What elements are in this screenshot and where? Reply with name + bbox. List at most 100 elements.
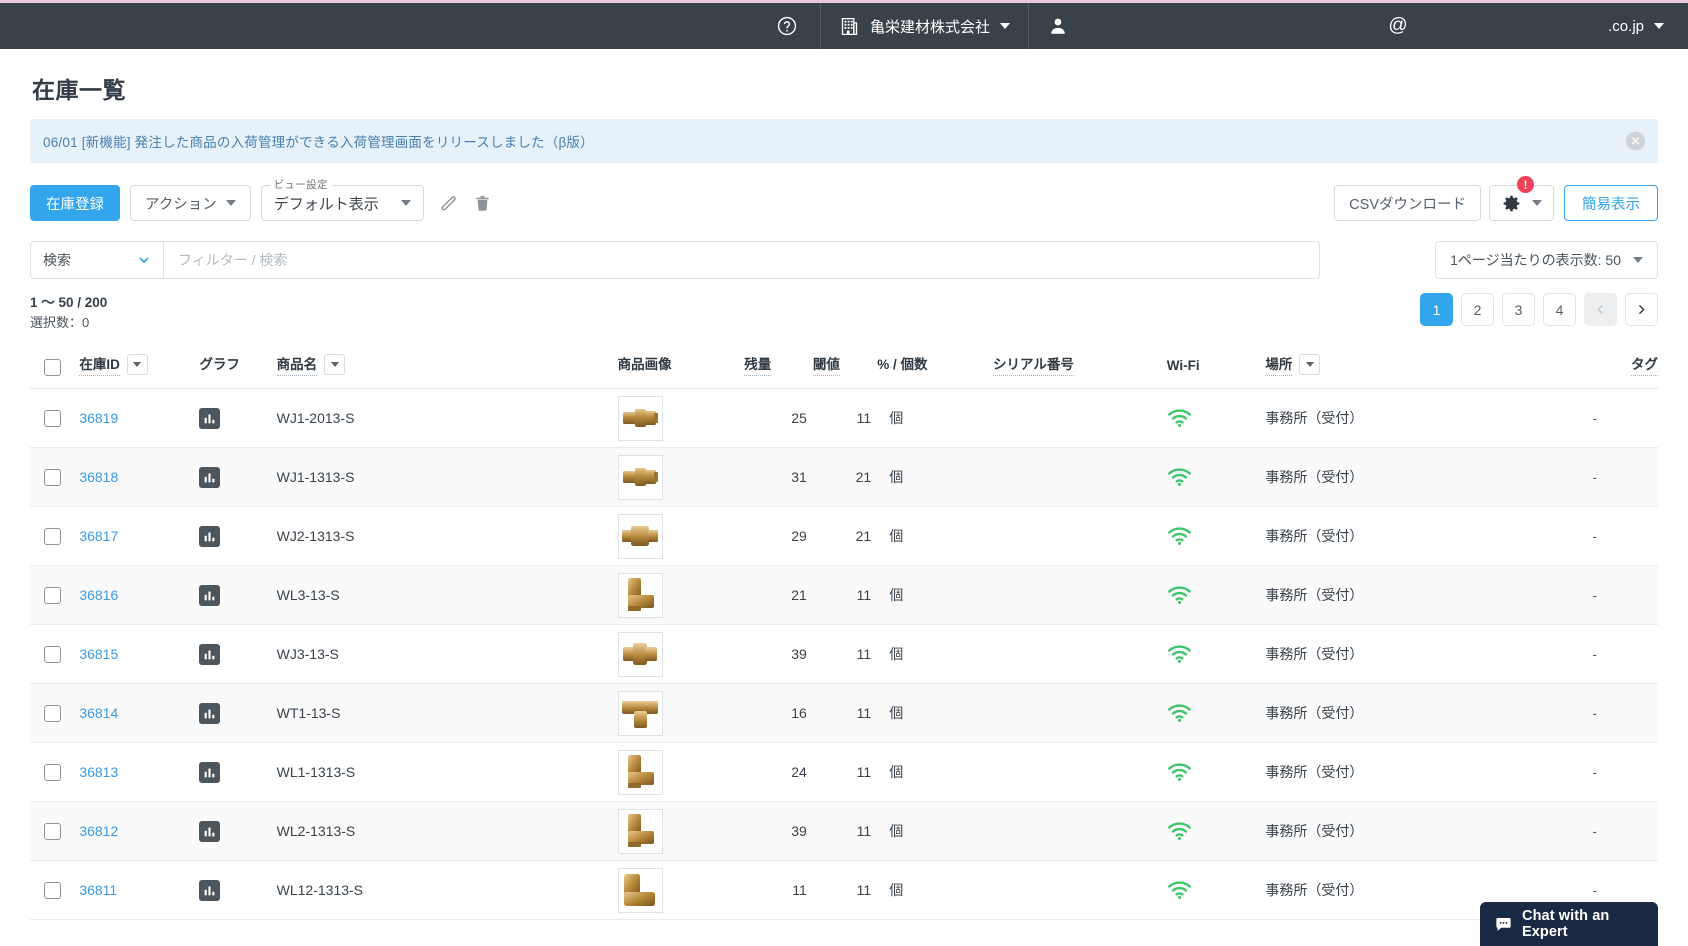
cell-stock-id: 36819 [79, 388, 200, 448]
product-thumbnail[interactable] [617, 867, 663, 913]
close-icon[interactable]: ✕ [1626, 131, 1645, 151]
cell-product-image [617, 683, 745, 743]
search-mode-select[interactable]: 検索 [30, 241, 163, 279]
cell-serial [993, 624, 1167, 684]
result-summary: 1 〜 50 / 200 選択数：0 [30, 293, 107, 333]
row-checkbox[interactable] [44, 881, 61, 899]
cell-unit: 個 [877, 447, 993, 507]
tag-text: - [1592, 410, 1598, 426]
cell-remaining: 21 [744, 565, 813, 625]
unit-text: 個 [889, 528, 904, 544]
table-row[interactable]: 36814 WT1-13-S 16 11 個 事務所（受付） - [30, 683, 1658, 743]
per-page-select[interactable]: 1ページ当たりの表示数: 50 [1435, 241, 1658, 279]
cell-stock-id: 36813 [79, 742, 200, 802]
stock-id-link[interactable]: 36817 [79, 528, 118, 544]
bar-chart-icon[interactable] [199, 525, 221, 547]
page-button-1[interactable]: 1 [1420, 293, 1453, 326]
product-thumbnail[interactable] [617, 454, 663, 500]
header-location-menu[interactable] [1299, 354, 1321, 375]
product-thumbnail[interactable] [617, 513, 663, 559]
csv-download-button[interactable]: CSVダウンロード [1334, 185, 1481, 221]
row-checkbox[interactable] [44, 763, 61, 781]
cell-threshold: 11 [812, 801, 878, 861]
product-thumbnail[interactable] [617, 395, 663, 441]
company-switcher[interactable]: 亀栄建材株式会社 [819, 3, 1028, 49]
row-checkbox[interactable] [44, 527, 61, 545]
unit-text: 個 [889, 764, 904, 780]
page-button-3[interactable]: 3 [1502, 293, 1535, 326]
row-checkbox[interactable] [44, 704, 61, 722]
domain-menu[interactable]: .co.jp [1498, 3, 1688, 49]
table-row[interactable]: 36813 WL1-1313-S 24 11 個 事務所（受付） - [30, 742, 1658, 802]
cell-product-image [617, 624, 745, 684]
product-thumbnail[interactable] [617, 690, 663, 736]
tag-text: - [1592, 587, 1598, 603]
help-button[interactable] [754, 3, 820, 49]
bar-chart-icon[interactable] [199, 820, 221, 842]
row-checkbox[interactable] [44, 645, 61, 663]
table-row[interactable]: 36812 WL2-1313-S 39 11 個 事務所（受付） - [30, 801, 1658, 861]
row-select-cell [30, 506, 80, 566]
product-thumbnail[interactable] [617, 749, 663, 795]
header-percent-count: % / 個数 [877, 347, 993, 389]
view-setting-select[interactable]: ビュー設定 デフォルト表示 [260, 177, 424, 221]
search-mode-value: 検索 [43, 252, 71, 268]
stock-id-link[interactable]: 36812 [79, 823, 118, 839]
table-row[interactable]: 36817 WJ2-1313-S 29 21 個 事務所（受付） - [30, 506, 1658, 566]
cell-wifi [1166, 801, 1266, 861]
stock-id-link[interactable]: 36816 [79, 587, 118, 603]
user-menu[interactable] [1028, 3, 1298, 49]
cell-remaining: 11 [744, 860, 813, 920]
chat-with-expert-button[interactable]: Chat with an Expert [1480, 902, 1658, 946]
stock-id-link[interactable]: 36813 [79, 764, 118, 780]
stock-id-link[interactable]: 36819 [79, 410, 118, 426]
product-thumbnail[interactable] [617, 631, 663, 677]
product-name-text: WJ2-1313-S [276, 528, 355, 544]
table-row[interactable]: 36816 WL3-13-S 21 11 個 事務所（受付） - [30, 565, 1658, 625]
bar-chart-icon[interactable] [199, 879, 221, 901]
header-row: 在庫ID グラフ 商品名 商品画像 残量 閾値 % / 個数 シリアル番号 Wi… [30, 347, 1658, 389]
bar-chart-icon[interactable] [199, 466, 221, 488]
action-dropdown-button[interactable]: アクション [130, 185, 251, 221]
select-all-checkbox[interactable] [44, 359, 61, 376]
cell-stock-id: 36817 [79, 506, 200, 566]
bar-chart-icon[interactable] [199, 761, 221, 783]
cell-product-image [617, 801, 745, 861]
table-row[interactable]: 36811 WL12-1313-S 11 11 個 事務所（受付） - [30, 860, 1658, 920]
table-row[interactable]: 36818 WJ1-1313-S 31 21 個 事務所（受付） - [30, 447, 1658, 507]
bar-chart-icon[interactable] [199, 643, 221, 665]
table-row[interactable]: 36819 WJ1-2013-S 25 11 個 事務所（受付） - [30, 388, 1658, 448]
next-page-button[interactable] [1625, 293, 1658, 326]
bar-chart-icon[interactable] [199, 702, 221, 724]
cell-product-name: WL1-1313-S [276, 742, 618, 802]
register-stock-button[interactable]: 在庫登録 [30, 185, 120, 221]
delete-view-button[interactable] [466, 185, 500, 221]
table-row[interactable]: 36815 WJ3-13-S 39 11 個 事務所（受付） - [30, 624, 1658, 684]
settings-menu: ! [1489, 176, 1554, 221]
product-thumbnail[interactable] [617, 808, 663, 854]
search-input[interactable] [163, 241, 1320, 279]
header-location: 場所 [1265, 347, 1532, 389]
register-stock-label: 在庫登録 [46, 196, 104, 213]
product-thumbnail[interactable] [617, 572, 663, 618]
header-stock-id-menu[interactable] [126, 354, 148, 375]
simple-view-button[interactable]: 簡易表示 [1564, 185, 1658, 221]
row-checkbox[interactable] [44, 586, 61, 604]
bar-chart-icon[interactable] [199, 407, 221, 429]
stock-id-link[interactable]: 36815 [79, 646, 118, 662]
cell-graph [199, 565, 277, 625]
header-product-name-menu[interactable] [324, 354, 346, 375]
row-checkbox[interactable] [44, 468, 61, 486]
page-button-4[interactable]: 4 [1543, 293, 1576, 326]
bar-chart-icon[interactable] [199, 584, 221, 606]
stock-id-link[interactable]: 36818 [79, 469, 118, 485]
cell-serial [993, 506, 1167, 566]
row-checkbox[interactable] [44, 409, 61, 427]
edit-view-button[interactable] [432, 185, 466, 221]
stock-id-link[interactable]: 36811 [79, 882, 117, 898]
tag-text: - [1592, 764, 1598, 780]
cell-tag: - [1531, 565, 1658, 625]
row-checkbox[interactable] [44, 822, 61, 840]
page-button-2[interactable]: 2 [1461, 293, 1494, 326]
stock-id-link[interactable]: 36814 [79, 705, 118, 721]
